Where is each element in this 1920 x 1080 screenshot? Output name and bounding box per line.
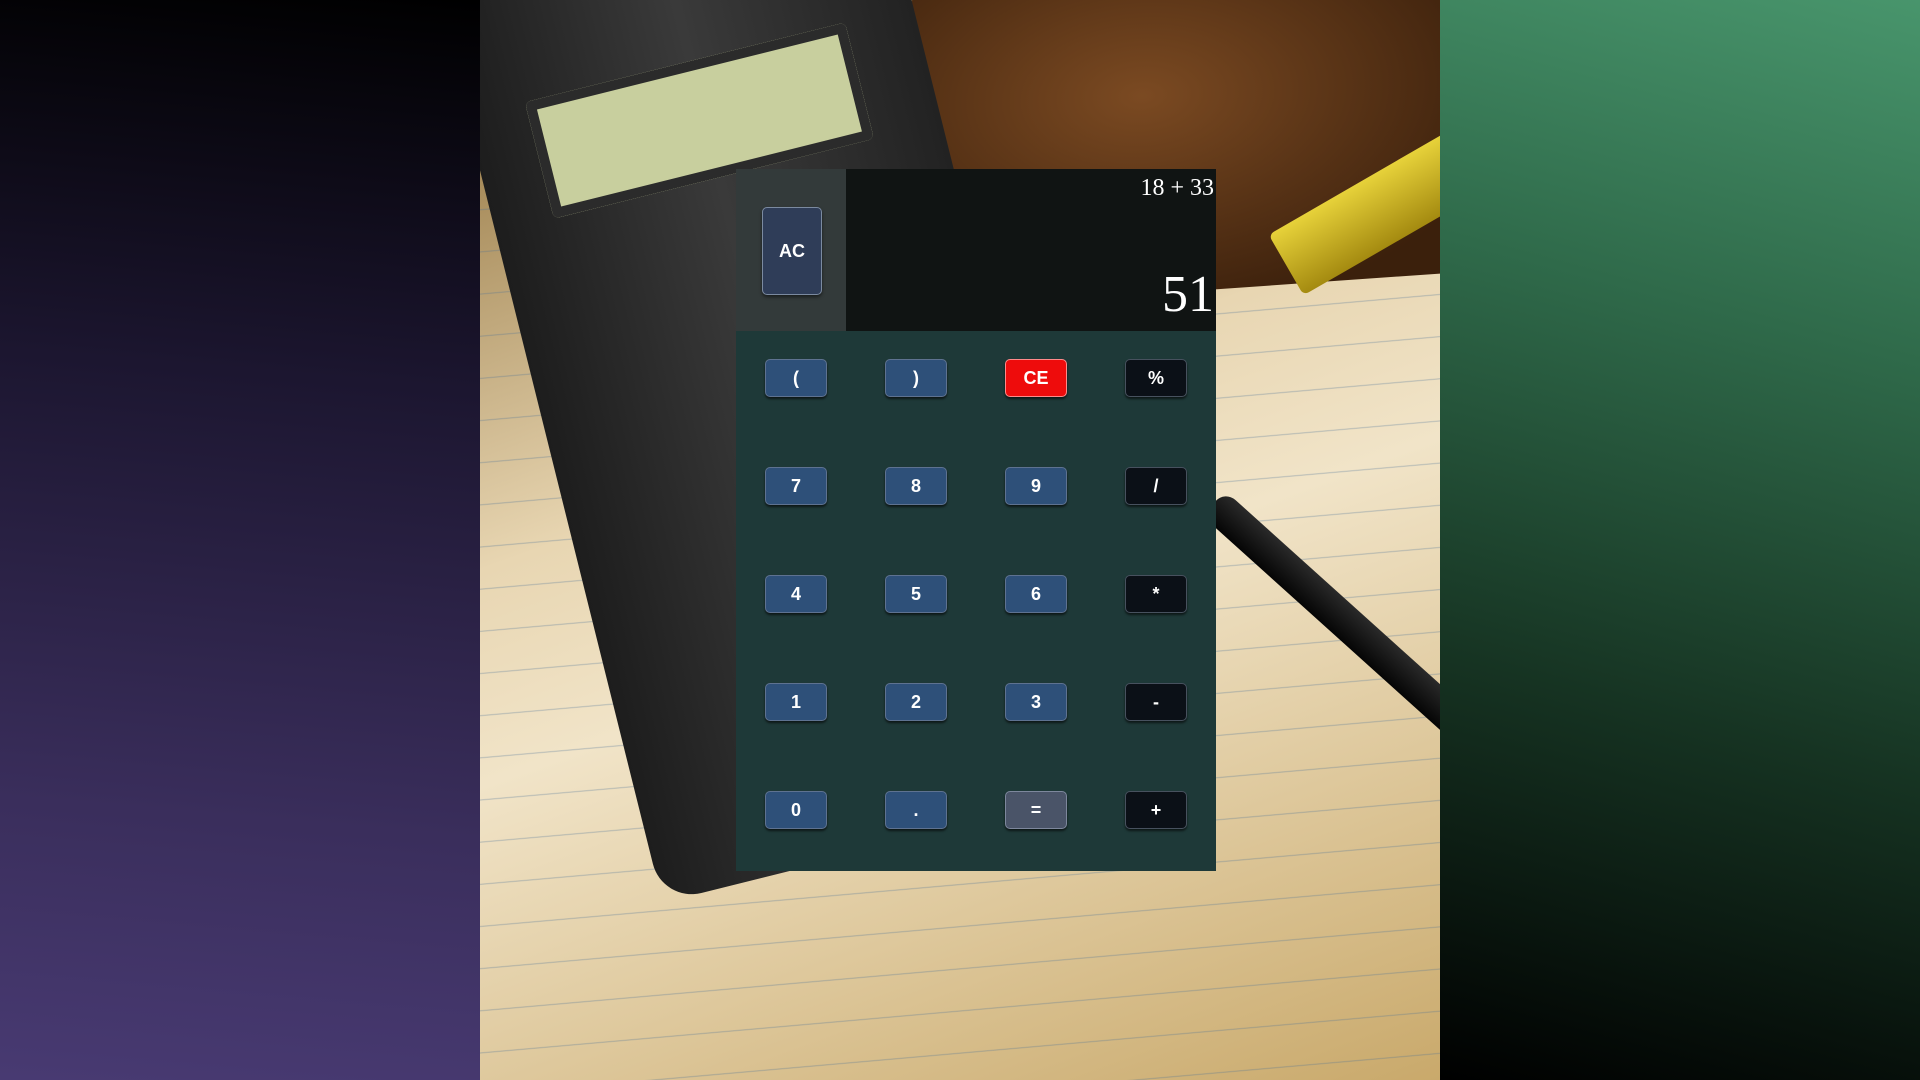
digit-7-button[interactable]: 7 xyxy=(765,467,827,505)
calculator-app: AC 18 + 33 51 ( ) CE % 7 8 9 / 4 5 6 * 1… xyxy=(736,169,1216,871)
add-button[interactable]: + xyxy=(1125,791,1187,829)
digit-2-button[interactable]: 2 xyxy=(885,683,947,721)
digit-4-button[interactable]: 4 xyxy=(765,575,827,613)
subtract-button[interactable]: - xyxy=(1125,683,1187,721)
decimal-button[interactable]: . xyxy=(885,791,947,829)
multiply-button[interactable]: * xyxy=(1125,575,1187,613)
digit-3-button[interactable]: 3 xyxy=(1005,683,1067,721)
clear-panel: AC xyxy=(736,169,846,331)
clear-entry-button[interactable]: CE xyxy=(1005,359,1067,397)
percent-button[interactable]: % xyxy=(1125,359,1187,397)
background-right-gradient xyxy=(1440,0,1920,1080)
close-paren-button[interactable]: ) xyxy=(885,359,947,397)
background-left-gradient xyxy=(0,0,480,1080)
digit-5-button[interactable]: 5 xyxy=(885,575,947,613)
digit-0-button[interactable]: 0 xyxy=(765,791,827,829)
result-readout: 51 xyxy=(1162,266,1214,323)
all-clear-button[interactable]: AC xyxy=(762,207,822,295)
expression-readout: 18 + 33 xyxy=(1140,175,1214,201)
digit-9-button[interactable]: 9 xyxy=(1005,467,1067,505)
calculator-header: AC 18 + 33 51 xyxy=(736,169,1216,331)
digit-8-button[interactable]: 8 xyxy=(885,467,947,505)
open-paren-button[interactable]: ( xyxy=(765,359,827,397)
equals-button[interactable]: = xyxy=(1005,791,1067,829)
divide-button[interactable]: / xyxy=(1125,467,1187,505)
calculator-display: 18 + 33 51 xyxy=(846,169,1216,331)
digit-1-button[interactable]: 1 xyxy=(765,683,827,721)
keypad: ( ) CE % 7 8 9 / 4 5 6 * 1 2 3 - 0 . = + xyxy=(736,331,1216,871)
digit-6-button[interactable]: 6 xyxy=(1005,575,1067,613)
